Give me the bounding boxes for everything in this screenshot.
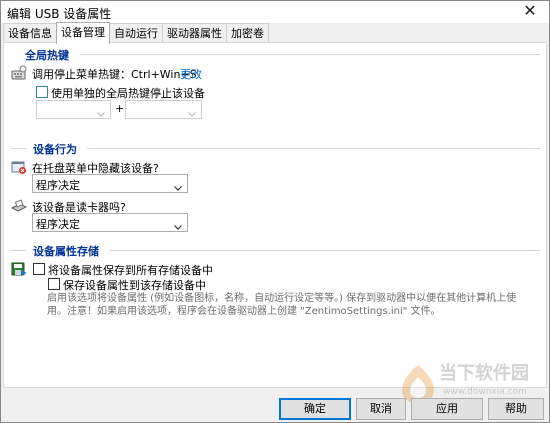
save-to-this-device-checkbox[interactable] xyxy=(48,278,60,290)
chevron-down-icon xyxy=(174,220,182,230)
use-individual-hotkey-label: 使用单独的全局热键停止该设备 xyxy=(51,87,205,100)
apply-button[interactable]: 应用 xyxy=(411,398,483,420)
tab-encrypted-volume[interactable]: 加密卷 xyxy=(226,23,269,43)
ok-button[interactable]: 确定 xyxy=(279,398,351,420)
section-divider xyxy=(109,250,540,251)
section-divider xyxy=(80,54,540,55)
cancel-button[interactable]: 取消 xyxy=(356,398,406,420)
save-to-this-device-label: 保存设备属性到该存储设备中 xyxy=(63,279,206,292)
save-to-all-devices-checkbox[interactable] xyxy=(33,263,45,275)
help-button[interactable]: 帮助 xyxy=(488,398,544,420)
tab-autorun[interactable]: 自动运行 xyxy=(109,23,163,43)
section-divider xyxy=(11,148,27,149)
use-individual-hotkey-checkbox[interactable] xyxy=(36,86,48,98)
dialog-window: 编辑 USB 设备属性 ✕ 设备信息 设备管理 自动运行 驱动器属性 加密卷 全… xyxy=(0,0,550,423)
tab-bar: 设备信息 设备管理 自动运行 驱动器属性 加密卷 xyxy=(3,22,269,44)
chevron-down-icon xyxy=(174,181,182,191)
hotkey-modifier-select[interactable] xyxy=(36,100,111,119)
tab-panel: 全局热键 调用停止菜单热键：Ctrl+Win+S 更改 使用单独的全局热键停止该… xyxy=(3,42,547,388)
tab-drive-properties[interactable]: 驱动器属性 xyxy=(162,23,227,43)
storage-description: 启用该选项将设备属性 (例如设备图标，名称，自动运行设定等等。) 保存到驱动器中… xyxy=(47,293,517,317)
save-to-all-devices-label: 将设备属性保存到所有存储设备中 xyxy=(48,264,213,277)
chevron-down-icon xyxy=(188,107,196,117)
menu-hotkey-label: 调用停止菜单热键：Ctrl+Win+S xyxy=(32,68,197,81)
chevron-down-icon xyxy=(97,107,105,117)
hide-in-tray-select[interactable]: 程序决定 xyxy=(32,174,188,193)
close-icon[interactable]: ✕ xyxy=(519,2,541,20)
window-title: 编辑 USB 设备属性 xyxy=(7,7,112,21)
storage-save-icon xyxy=(11,261,27,277)
keyboard-icon xyxy=(11,65,27,81)
section-title-device-behavior: 设备行为 xyxy=(33,143,77,156)
plus-sign: + xyxy=(115,102,125,115)
title-bar: 编辑 USB 设备属性 ✕ xyxy=(1,1,549,23)
change-hotkey-link[interactable]: 更改 xyxy=(180,66,202,82)
card-reader-icon xyxy=(10,198,28,214)
section-title-global-hotkey: 全局热键 xyxy=(25,49,69,62)
tray-hide-icon xyxy=(11,159,27,175)
section-title-property-storage: 设备属性存储 xyxy=(33,245,99,258)
card-reader-select[interactable]: 程序决定 xyxy=(32,213,188,232)
hotkey-key-select[interactable] xyxy=(125,100,202,119)
tab-device-management[interactable]: 设备管理 xyxy=(56,22,110,44)
tab-device-info[interactable]: 设备信息 xyxy=(3,23,57,43)
section-divider xyxy=(87,148,540,149)
section-divider xyxy=(11,250,27,251)
